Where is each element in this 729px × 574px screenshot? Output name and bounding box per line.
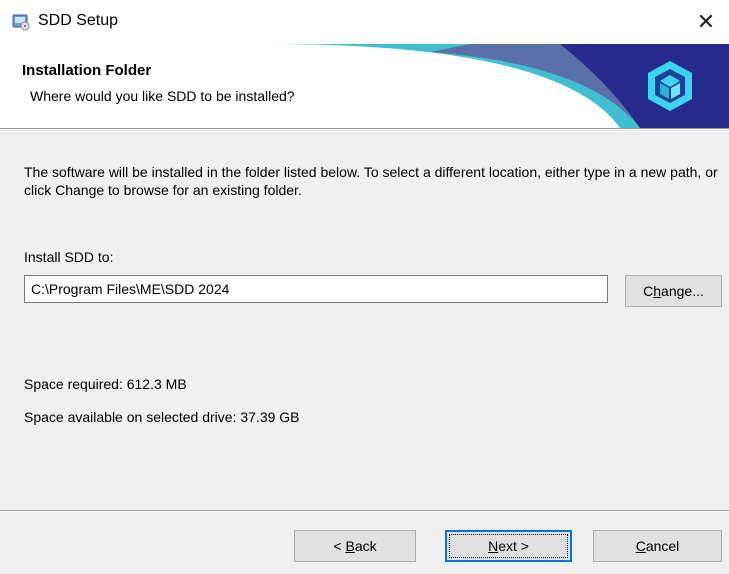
back-button[interactable]: < Back: [294, 530, 416, 562]
title-bar: SDD Setup ✕: [0, 0, 729, 44]
header-divider-highlight: [0, 129, 729, 130]
cancel-button[interactable]: Cancel: [593, 530, 722, 562]
close-icon: ✕: [696, 9, 716, 34]
cancel-button-label-post: ancel: [645, 538, 680, 554]
change-button-label-post: ange...: [661, 283, 704, 299]
install-path-label: Install SDD to:: [24, 249, 114, 265]
back-button-label-post: ack: [354, 538, 377, 554]
next-button-focus-rect: Next >: [449, 534, 568, 558]
change-button[interactable]: Ch ange...: [625, 275, 722, 307]
next-button[interactable]: Next >: [445, 530, 572, 562]
space-available-text: Space available on selected drive: 37.39…: [24, 409, 300, 425]
banner-graphic: [270, 44, 729, 128]
space-required-text: Space required: 612.3 MB: [24, 376, 187, 392]
installer-icon: [12, 13, 30, 31]
next-button-accesskey: N: [488, 538, 499, 554]
header-subtitle: Where would you like SDD to be installed…: [30, 88, 295, 104]
install-path-input[interactable]: [24, 275, 608, 303]
description-text: The software will be installed in the fo…: [24, 164, 718, 198]
next-button-label-post: ext >: [498, 538, 529, 554]
close-button[interactable]: ✕: [683, 0, 729, 44]
footer-divider-highlight: [0, 511, 729, 512]
back-button-accesskey: B: [345, 538, 355, 554]
window-title: SDD Setup: [38, 12, 119, 29]
header-title: Installation Folder: [22, 62, 152, 79]
back-button-label-pre: <: [333, 538, 346, 554]
change-button-accesskey: h: [653, 283, 662, 299]
cancel-button-accesskey: C: [635, 538, 646, 554]
header-banner: Installation Folder Where would you like…: [0, 44, 729, 128]
change-button-label-pre: C: [643, 283, 654, 299]
